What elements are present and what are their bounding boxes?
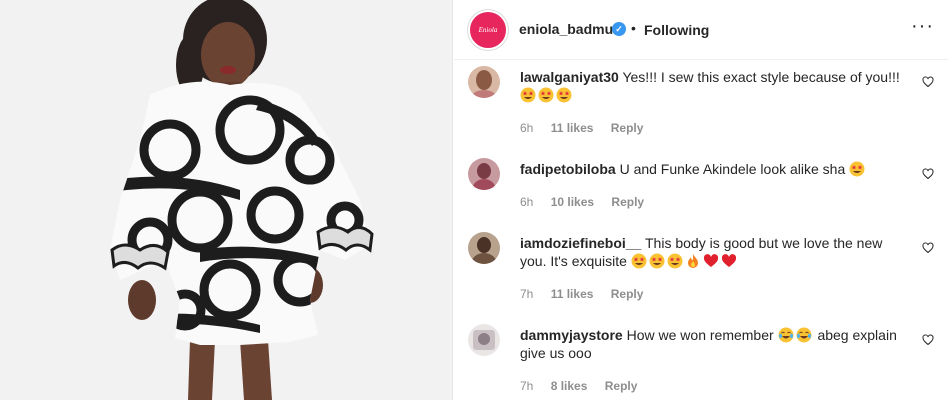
comment-time: 7h <box>520 287 534 301</box>
comment-likes[interactable]: 11 likes <box>551 121 594 135</box>
reply-button[interactable]: Reply <box>611 195 644 209</box>
avatar-logo-text: Eniola <box>478 26 498 34</box>
comment-time: 6h <box>520 195 534 209</box>
owner-avatar[interactable]: Eniola <box>468 10 508 50</box>
comment-likes[interactable]: 8 likes <box>551 379 588 393</box>
following-button[interactable]: Following <box>644 22 709 38</box>
star-struck-emoji-icon <box>520 87 536 103</box>
commenter-avatar[interactable] <box>468 158 500 190</box>
post-image <box>0 0 452 400</box>
star-struck-emoji-icon <box>631 253 647 269</box>
comment-emoji <box>631 253 739 269</box>
like-heart-icon[interactable] <box>922 76 934 88</box>
commenter-avatar[interactable] <box>468 66 500 98</box>
comment-emoji <box>778 327 818 343</box>
owner-username[interactable]: eniola_badmus <box>519 21 621 37</box>
comment-message: U and Funke Akindele look alike sha <box>619 161 846 177</box>
comment-item: lawalganiyat30 Yes!!! I sew this exact s… <box>454 66 948 146</box>
comment-likes[interactable]: 11 likes <box>551 287 594 301</box>
comment-username[interactable]: lawalganiyat30 <box>520 69 619 85</box>
star-struck-emoji-icon <box>649 253 665 269</box>
post-photo[interactable] <box>0 0 453 400</box>
post-header: Eniola eniola_badmus ✓ • Following ··· <box>454 0 948 60</box>
comment-meta: 6h 10 likes Reply <box>520 195 658 209</box>
laughing-tears-emoji-icon <box>796 327 812 343</box>
comment-time: 6h <box>520 121 534 135</box>
fire-emoji-icon <box>687 254 698 268</box>
comment-item: dammyjaystore How we won remember abeg e… <box>454 324 948 400</box>
laughing-tears-emoji-icon <box>778 327 794 343</box>
comment-text: iamdoziefineboi__ This body is good but … <box>520 234 905 270</box>
comment-text: fadipetobiloba U and Funke Akindele look… <box>520 160 905 178</box>
comment-time: 7h <box>520 379 534 393</box>
more-options-icon[interactable]: ··· <box>911 16 934 36</box>
comment-emoji <box>849 161 867 177</box>
comment-emoji <box>520 87 574 103</box>
red-heart-emoji-icon <box>703 254 718 267</box>
reply-button[interactable]: Reply <box>611 121 644 135</box>
like-heart-icon[interactable] <box>922 334 934 346</box>
comment-username[interactable]: iamdoziefineboi__ <box>520 235 641 251</box>
comments-panel: Eniola eniola_badmus ✓ • Following ··· l… <box>454 0 948 400</box>
like-heart-icon[interactable] <box>922 168 934 180</box>
comment-text: dammyjaystore How we won remember abeg e… <box>520 326 905 362</box>
comment-text: lawalganiyat30 Yes!!! I sew this exact s… <box>520 68 905 104</box>
comment-meta: 7h 8 likes Reply <box>520 379 651 393</box>
reply-button[interactable]: Reply <box>605 379 638 393</box>
comment-item: iamdoziefineboi__ This body is good but … <box>454 232 948 312</box>
like-heart-icon[interactable] <box>922 242 934 254</box>
commenter-avatar[interactable] <box>468 232 500 264</box>
commenter-avatar[interactable] <box>468 324 500 356</box>
comment-meta: 7h 11 likes Reply <box>520 287 657 301</box>
comment-likes[interactable]: 10 likes <box>551 195 594 209</box>
comment-username[interactable]: dammyjaystore <box>520 327 623 343</box>
star-struck-emoji-icon <box>538 87 554 103</box>
reply-button[interactable]: Reply <box>611 287 644 301</box>
comment-username[interactable]: fadipetobiloba <box>520 161 616 177</box>
comment-message: Yes!!! I sew this exact style because of… <box>622 69 900 85</box>
star-struck-emoji-icon <box>556 87 572 103</box>
star-struck-emoji-icon <box>667 253 683 269</box>
red-heart-emoji-icon <box>721 254 736 267</box>
comment-meta: 6h 11 likes Reply <box>520 121 657 135</box>
comment-item: fadipetobiloba U and Funke Akindele look… <box>454 158 948 218</box>
separator-dot: • <box>631 20 636 36</box>
comment-message: How we won remember <box>626 327 774 343</box>
verified-badge-icon: ✓ <box>612 22 626 36</box>
star-struck-emoji-icon <box>849 161 865 177</box>
